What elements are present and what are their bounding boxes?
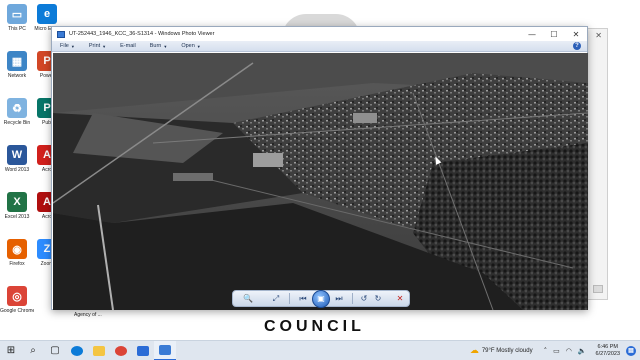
clock-date: 6/27/2023 [595,350,620,357]
desktop-icon-label: Firefox [9,261,25,267]
desktop-icon-word[interactable]: W Word 2013 [0,145,34,173]
chevron-down-icon: ▼ [163,43,168,49]
desktop-icon-label: This PC [8,26,26,32]
next-button[interactable]: ⏭ [330,292,348,305]
delete-button[interactable]: ✕ [391,292,409,305]
menu-print[interactable]: Print ▼ [89,43,106,49]
firefox-icon: ◉ [7,239,27,259]
chevron-down-icon: ▼ [70,43,75,49]
scroll-button[interactable] [593,285,603,293]
wifi-icon[interactable]: ◠ [566,347,572,355]
title-bar[interactable]: UT-252443_1946_KCC_36-S1314 - Windows Ph… [52,27,587,41]
photo-viewer-taskbar-icon[interactable] [154,340,176,360]
aerial-photograph [53,53,588,310]
desktop-icon-label: Google Chrome [0,308,34,314]
desktop-icon-label-agency[interactable]: Agency of ... [74,312,102,318]
desktop-icon-label: Network [7,73,27,79]
minimize-button[interactable]: — [521,30,543,39]
background-window[interactable]: ✕ [586,28,608,300]
desktop-icon-firefox[interactable]: ◉ Firefox [0,239,34,267]
window-title: UT-252443_1946_KCC_36-S1314 - Windows Ph… [69,31,215,37]
notification-icon[interactable]: ▤ [626,345,636,356]
menu-burn[interactable]: Burn ▼ [150,43,168,49]
close-icon[interactable]: ✕ [595,31,602,40]
desktop-icon-recycle-bin[interactable]: ♻ Recycle Bin [0,98,34,126]
rotate-clockwise-button[interactable]: ↻ [371,292,385,305]
viewer-controls: 🔍 ⤢ ⏮ ▣ ⏭ ↺ ↻ ✕ [232,289,410,308]
recycle-bin-icon: ♻ [7,98,27,118]
maximize-button[interactable]: ☐ [543,30,565,39]
edge-taskbar-icon[interactable] [66,341,88,360]
chevron-down-icon: ▼ [102,43,107,49]
word-icon: W [7,145,27,165]
desktop-icon-label: Excel 2013 [4,214,30,220]
chevron-up-icon[interactable]: ˄ [544,347,548,355]
taskbar: ⊞ ⌕ ▢ ☁ 79°F Mostly cloudy ˄ ▭ ◠ 🔈 6:46 P… [0,340,640,360]
clock[interactable]: 6:46 PM 6/27/2023 [596,344,620,358]
desktop-icon-network[interactable]: ▦ Network [0,51,34,79]
zoom-button[interactable]: 🔍 [237,292,259,305]
menu-email[interactable]: E-mail [120,43,136,49]
battery-icon[interactable]: ▭ [553,347,560,355]
desktop-icon-label: Recycle Bin [3,120,31,126]
mail-taskbar-icon[interactable] [132,341,154,360]
system-tray: ☁ 79°F Mostly cloudy ˄ ▭ ◠ 🔈 6:46 PM 6/27… [470,344,640,358]
menu-email-label: E-mail [120,43,136,49]
excel-icon: X [7,192,27,212]
menu-open-label: Open [181,43,195,49]
desktop-icon-excel[interactable]: X Excel 2013 [0,192,34,220]
menu-file-label: File [60,43,69,49]
menu-open[interactable]: Open ▼ [181,43,200,49]
close-button[interactable]: ✕ [565,30,587,39]
weather-text: 79°F Mostly cloudy [481,347,533,354]
actual-size-button[interactable]: ⤢ [267,292,285,305]
edge-icon: e [37,4,57,24]
clock-time: 6:46 PM [597,343,618,350]
file-explorer-icon[interactable] [88,341,110,360]
desktop-icon-label: Word 2013 [4,167,30,173]
desktop-icon-chrome[interactable]: ◎ Google Chrome [0,286,34,314]
previous-button[interactable]: ⏮ [294,292,312,305]
weather-cloud-icon: ☁ [469,345,479,355]
menu-print-label: Print [88,43,101,49]
chrome-icon: ◎ [7,286,27,306]
computer-icon: ▭ [7,4,27,24]
slideshow-button[interactable]: ▣ [312,289,330,308]
divider [289,293,290,304]
network-icon: ▦ [7,51,27,71]
menu-file[interactable]: File ▼ [60,43,75,49]
aerial-photo-image [53,53,588,310]
task-view-icon[interactable]: ▢ [44,341,66,360]
council-text: COUNCIL [264,318,365,335]
menu-burn-label: Burn [149,43,162,49]
search-icon[interactable]: ⌕ [22,341,44,360]
help-icon[interactable]: ? [573,42,581,50]
weather-widget[interactable]: ☁ 79°F Mostly cloudy [470,345,533,356]
chrome-taskbar-icon[interactable] [110,341,132,360]
volume-icon[interactable]: 🔈 [578,347,587,355]
divider [352,293,353,304]
photo-viewer-window: UT-252443_1946_KCC_36-S1314 - Windows Ph… [51,26,588,310]
photo-viewer-app-icon [57,30,65,38]
chevron-down-icon: ▼ [196,43,201,49]
rotate-counterclockwise-button[interactable]: ↺ [357,292,371,305]
start-button[interactable]: ⊞ [0,341,22,360]
menu-bar: File ▼ Print ▼ E-mail Burn ▼ Open ▼ ? [52,41,587,52]
desktop-icon-computer[interactable]: ▭ This PC [0,4,34,32]
